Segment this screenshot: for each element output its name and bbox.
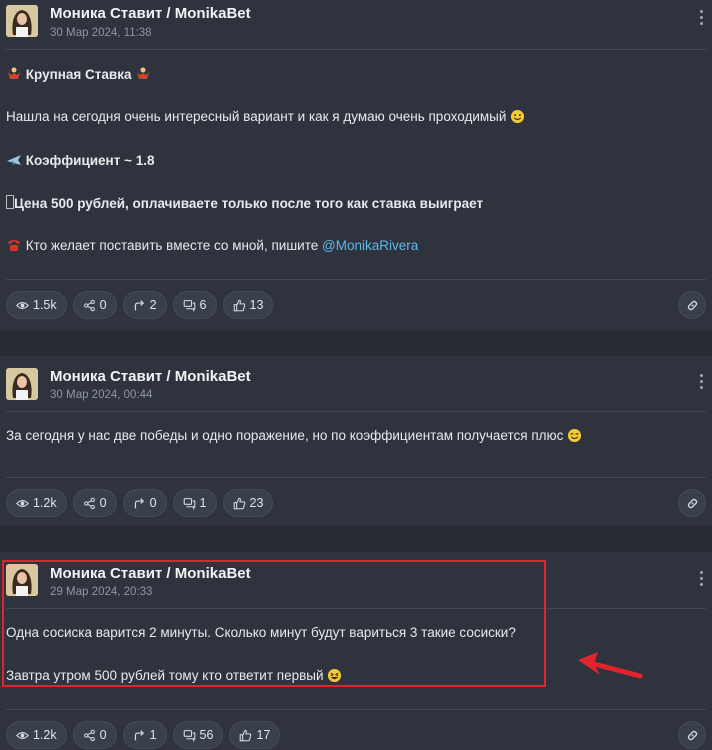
smiling-face-emoji-icon: [567, 428, 582, 446]
share-count: 0: [99, 728, 107, 742]
forward-icon: [134, 497, 144, 508]
likes-count: 13: [249, 298, 264, 312]
views-count: 1.5k: [33, 298, 57, 312]
eye-icon: [16, 731, 29, 739]
post-author[interactable]: Моника Ставит / MonikaBet: [50, 368, 251, 385]
likes-count: 23: [249, 496, 264, 510]
comments-icon: [183, 299, 195, 312]
views-counter[interactable]: 1.2k: [6, 721, 67, 749]
copy-link-button[interactable]: [678, 489, 706, 517]
avatar[interactable]: [6, 5, 38, 37]
share-count: 0: [99, 298, 107, 312]
more-vertical-icon[interactable]: [698, 10, 704, 30]
link-icon: [687, 498, 697, 508]
like-button[interactable]: 23: [222, 489, 274, 517]
post-line: Крупная Ставка: [6, 66, 151, 85]
comments-button[interactable]: 6: [172, 291, 217, 319]
post-author[interactable]: Моника Ставит / MonikaBet: [50, 5, 251, 22]
eye-icon: [16, 301, 29, 309]
divider: [6, 49, 706, 50]
strongman-emoji-icon: [135, 66, 151, 85]
views-counter[interactable]: 1.5k: [6, 291, 67, 319]
views-counter[interactable]: 1.2k: [6, 489, 67, 517]
comments-count: 6: [199, 298, 207, 312]
share-icon: [83, 497, 95, 509]
missing-glyph-icon: [6, 195, 14, 209]
avatar[interactable]: [6, 368, 38, 400]
like-button[interactable]: 13: [222, 291, 274, 319]
like-button[interactable]: 17: [229, 721, 281, 749]
post-text: Нашла на сегодня очень интересный вариан…: [6, 109, 507, 124]
likes-count: 17: [256, 728, 271, 742]
thumbs-up-icon: [233, 497, 245, 509]
share-count: 0: [99, 496, 107, 510]
post-card: Моника Ставит / MonikaBet 30 Мар 2024, 1…: [0, 0, 712, 330]
post-line: Нашла на сегодня очень интересный вариан…: [6, 109, 525, 127]
telephone-emoji-icon: [6, 237, 22, 256]
divider: [6, 279, 706, 280]
share-button[interactable]: 0: [72, 721, 117, 749]
post-actions: 1.2k 0 1 56 17: [6, 721, 281, 749]
copy-link-button[interactable]: [678, 721, 706, 749]
post-text: За сегодня у нас две победы и одно пораж…: [6, 428, 564, 443]
post-odds: Коэффициент ~ 1.8: [25, 153, 155, 168]
forward-icon: [134, 729, 144, 740]
link-icon: [687, 730, 697, 740]
forward-icon: [134, 299, 144, 310]
copy-link-button[interactable]: [678, 291, 706, 319]
share-icon: [83, 299, 95, 311]
divider: [6, 411, 706, 412]
post-line: Коэффициент ~ 1.8: [6, 152, 154, 171]
forward-count: 0: [149, 496, 157, 510]
eye-icon: [16, 499, 29, 507]
post-actions: 1.5k 0 2 6 13: [6, 291, 274, 319]
share-button[interactable]: 0: [72, 489, 117, 517]
post-price: Цена 500 рублей, оплачиваете только посл…: [14, 196, 484, 211]
comments-icon: [183, 497, 195, 510]
highlight-box: [2, 560, 546, 687]
link-icon: [687, 300, 697, 310]
post-line: Цена 500 рублей, оплачиваете только посл…: [6, 195, 483, 211]
comments-count: 56: [199, 728, 214, 742]
strongman-emoji-icon: [6, 66, 22, 85]
forward-count: 1: [149, 728, 157, 742]
more-vertical-icon[interactable]: [698, 571, 704, 591]
share-icon: [83, 729, 95, 741]
more-vertical-icon[interactable]: [698, 374, 704, 394]
post-card: Моника Ставит / MonikaBet 30 Мар 2024, 0…: [0, 356, 712, 526]
post-text: Кто желает поставить вместе со мной, пиш…: [25, 238, 319, 253]
post-date: 30 Мар 2024, 11:38: [50, 27, 152, 39]
forward-button[interactable]: 1: [122, 721, 167, 749]
airplane-emoji-icon: [6, 152, 22, 171]
forward-button[interactable]: 0: [122, 489, 167, 517]
comments-count: 1: [199, 496, 207, 510]
post-line: За сегодня у нас две победы и одно пораж…: [6, 428, 582, 446]
post-actions: 1.2k 0 0 1 23: [6, 489, 274, 517]
views-count: 1.2k: [33, 728, 57, 742]
divider: [6, 477, 706, 478]
comments-button[interactable]: 1: [172, 489, 217, 517]
comments-button[interactable]: 56: [172, 721, 224, 749]
post-header: Моника Ставит / MonikaBet 30 Мар 2024, 0…: [0, 356, 712, 406]
post-line: Кто желает поставить вместе со мной, пиш…: [6, 237, 418, 256]
share-button[interactable]: 0: [72, 291, 117, 319]
post-heading: Крупная Ставка: [25, 67, 132, 82]
post-date: 30 Мар 2024, 00:44: [50, 389, 153, 401]
thumbs-up-icon: [240, 729, 252, 741]
comments-icon: [183, 729, 195, 742]
views-count: 1.2k: [33, 496, 57, 510]
divider: [6, 709, 706, 710]
thumbs-up-icon: [233, 299, 245, 311]
post-header: Моника Ставит / MonikaBet 30 Мар 2024, 1…: [0, 0, 712, 50]
forward-count: 2: [149, 298, 157, 312]
mention-link[interactable]: @MonikaRivera: [322, 238, 418, 253]
forward-button[interactable]: 2: [122, 291, 167, 319]
smile-emoji-icon: [510, 109, 525, 127]
arrow-annotation-icon: [578, 652, 643, 679]
